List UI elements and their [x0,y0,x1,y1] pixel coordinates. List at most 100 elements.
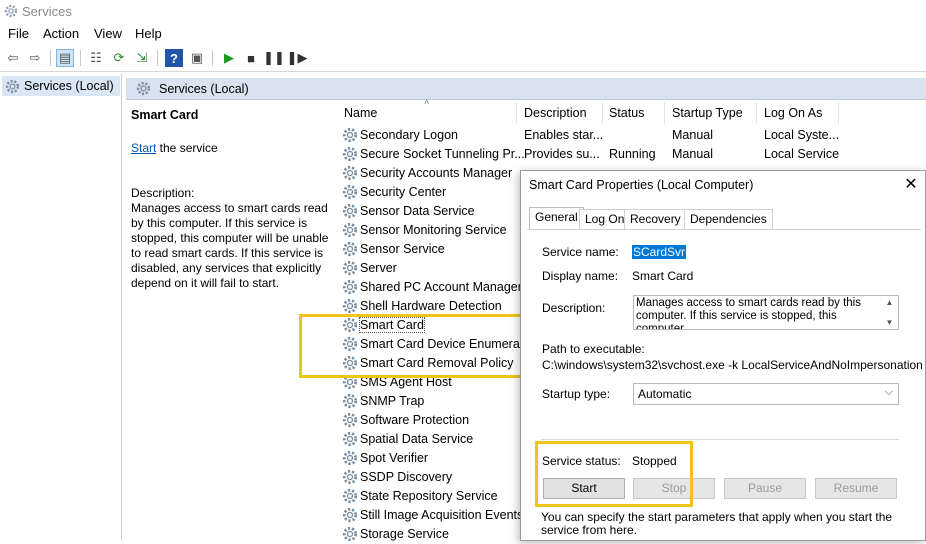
service-gear-icon [342,412,358,428]
toolbar: ⇦ ⇨ ▤ ☷ ⟳ ⇲ ? ▣ ▶ ■ ❚❚ ❚▶ [0,44,926,72]
tab-underline [527,229,921,230]
description-label: Description: [131,186,195,200]
service-name: Shell Hardware Detection [360,299,502,313]
service-name-label: Service name: [542,245,619,259]
description-textbox[interactable]: Manages access to smart cards read by th… [633,295,899,330]
scroll-up-icon[interactable]: ▲ [886,298,894,307]
chevron-down-icon: ⌵ [884,386,893,398]
startup-type-label: Startup type: [542,387,611,401]
service-log-on-as: Local Service [764,147,840,161]
start-parameters-note: You can specify the start parameters tha… [541,510,893,537]
service-name: Software Protection [360,413,470,427]
service-gear-icon [342,222,358,238]
menu-help[interactable]: Help [135,26,162,41]
start-service-line: Start the service [131,141,218,155]
close-icon[interactable]: ✕ [901,174,921,194]
smart-card-rows-highlight [299,314,530,378]
tree-item-label: Services (Local) [24,79,114,93]
service-startup-type: Manual [672,147,713,161]
column-header-logon[interactable]: Log On As [764,106,822,120]
display-name-value[interactable]: Smart Card [632,269,693,283]
service-startup-type: Manual [672,128,713,142]
stop-icon[interactable]: ■ [242,49,260,67]
column-divider [516,102,517,124]
dialog-title: Smart Card Properties (Local Computer) [529,178,754,192]
column-header-status[interactable]: Status [609,106,644,120]
service-name: Server [360,261,397,275]
console-tree: Services (Local) [0,74,122,541]
service-name: SSDP Discovery [360,470,453,484]
show-tree-icon[interactable]: ▤ [56,49,74,67]
panel-header: Services (Local) [126,78,926,100]
service-name: Storage Service [360,527,449,541]
menu-action[interactable]: Action [43,26,79,41]
pause-icon[interactable]: ❚❚ [263,49,285,67]
window-title: Services [22,4,72,19]
start-service-link[interactable]: Start [131,141,156,155]
service-name: Sensor Data Service [360,204,475,218]
service-gear-icon [342,165,358,181]
service-name: Spot Verifier [360,451,429,465]
table-row[interactable]: Secondary Logon Enables star... Manual Loca… [336,126,926,145]
service-name: Shared PC Account Manager [360,280,522,294]
tree-item-services-local[interactable]: Services (Local) [2,76,120,96]
services-gear-icon [136,81,151,96]
start-service-suffix: the service [156,141,218,155]
service-name: Secure Socket Tunneling Pr... [360,147,525,161]
service-gear-icon [342,450,358,466]
menu-bar: File Action View Help [0,22,926,44]
service-name: Security Center [360,185,447,199]
back-icon[interactable]: ⇦ [4,49,22,67]
toolbar-separator [50,50,51,66]
tab-general[interactable]: General [529,207,584,230]
service-status: Running [609,147,656,161]
service-gear-icon [342,431,358,447]
toolbar-separator [212,50,213,66]
toolbar-separator [80,50,81,66]
startup-type-value: Automatic [638,387,692,401]
service-log-on-as: Local Syste... [764,128,840,142]
refresh-icon[interactable]: ⟳ [110,49,128,67]
service-gear-icon [342,488,358,504]
description-field-label: Description: [542,301,606,315]
startup-type-select[interactable]: Automatic ⌵ [633,383,899,405]
service-gear-icon [342,127,358,143]
service-gear-icon [342,184,358,200]
scroll-down-icon[interactable]: ▼ [886,318,894,327]
table-row[interactable]: Secure Socket Tunneling Pr... Provides su… [336,145,926,164]
column-header-startup[interactable]: Startup Type [672,106,743,120]
play-icon[interactable]: ▶ [220,49,238,67]
description-scrollbar[interactable]: ▲ ▼ [881,296,898,329]
pause-button[interactable]: Pause [724,478,806,499]
export-icon[interactable]: ⇲ [133,49,151,67]
service-description: Provides su... [524,147,600,161]
services-gear-icon [5,79,20,93]
column-divider [838,102,839,124]
console-icon[interactable]: ▣ [188,49,206,67]
service-name: Secondary Logon [360,128,458,142]
menu-file[interactable]: File [8,26,29,41]
properties-icon[interactable]: ☷ [87,49,105,67]
service-gear-icon [342,279,358,295]
column-header-name[interactable]: Name [344,106,377,120]
service-gear-icon [342,526,358,542]
help-icon[interactable]: ? [165,49,183,67]
restart-icon[interactable]: ❚▶ [287,49,308,67]
tab-recovery[interactable]: Recovery [624,209,687,229]
service-name: SNMP Trap [360,394,425,408]
sort-arrow-icon: ˄ [424,97,430,107]
service-name: Sensor Service [360,242,445,256]
menu-view[interactable]: View [94,26,122,41]
service-description: Enables star... [524,128,604,142]
dialog-divider [541,439,899,440]
service-name-value[interactable]: SCardSvr [632,245,687,259]
service-name-selected-text[interactable]: SCardSvr [632,245,687,259]
service-gear-icon [342,298,358,314]
tab-dependencies[interactable]: Dependencies [684,209,773,229]
resume-button[interactable]: Resume [815,478,897,499]
column-header-description[interactable]: Description [524,106,587,120]
service-gear-icon [342,507,358,523]
tab-log-on[interactable]: Log On [579,209,631,229]
forward-icon[interactable]: ⇨ [26,49,44,67]
panel-title: Services (Local) [159,81,249,96]
